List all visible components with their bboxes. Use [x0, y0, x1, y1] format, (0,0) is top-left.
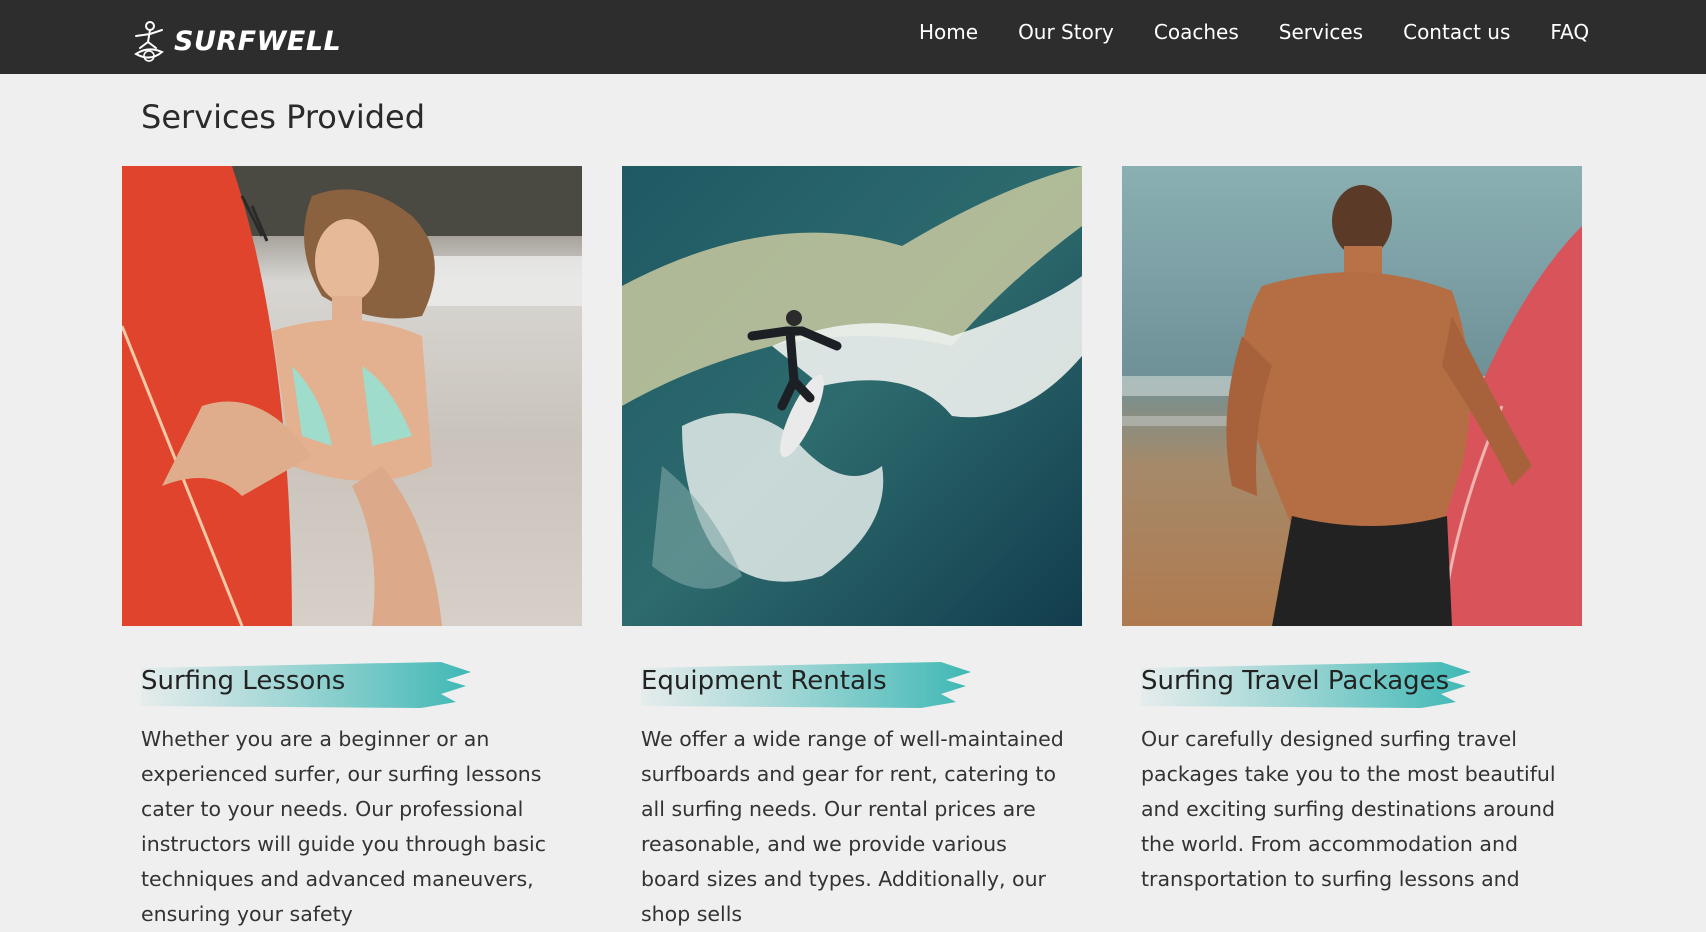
- card-heading-area: Surfing Lessons: [141, 660, 582, 710]
- service-title: Surfing Lessons: [141, 666, 346, 696]
- woman-holding-red-surfboard-photo: [122, 166, 582, 626]
- service-title: Equipment Rentals: [641, 666, 887, 696]
- service-description: Our carefully designed surfing travel pa…: [1141, 727, 1556, 891]
- nav-faq[interactable]: FAQ: [1550, 20, 1589, 44]
- nav-contact-us[interactable]: Contact us: [1403, 20, 1510, 44]
- service-title: Surfing Travel Packages: [1141, 666, 1450, 696]
- brand-logo[interactable]: SURFWELL: [130, 18, 341, 64]
- nav-coaches[interactable]: Coaches: [1154, 20, 1239, 44]
- nav-home[interactable]: Home: [919, 20, 978, 44]
- surfer-riding-wave-photo: [622, 166, 1082, 626]
- main-nav: Home Our Story Coaches Services Contact …: [919, 20, 1589, 44]
- surfer-logo-icon: [134, 21, 164, 62]
- page-title: Services Provided: [141, 98, 426, 136]
- service-card-surfing-travel-packages: Surfing Travel Packages Our carefully de…: [1122, 166, 1582, 897]
- service-card-surfing-lessons: Surfing Lessons Whether you are a beginn…: [122, 166, 582, 932]
- service-description: Whether you are a beginner or an experie…: [141, 727, 546, 926]
- service-card-equipment-rentals: Equipment Rentals We offer a wide range …: [622, 166, 1082, 932]
- top-navbar: SURFWELL Home Our Story Coaches Services…: [0, 0, 1706, 74]
- service-description: We offer a wide range of well-maintained…: [641, 727, 1064, 926]
- card-heading-area: Surfing Travel Packages: [1141, 660, 1582, 710]
- nav-services[interactable]: Services: [1279, 20, 1363, 44]
- man-carrying-surfboard-photo: [1122, 166, 1582, 626]
- brand-name: SURFWELL: [174, 25, 342, 57]
- card-heading-area: Equipment Rentals: [641, 660, 1082, 710]
- nav-our-story[interactable]: Our Story: [1018, 20, 1114, 44]
